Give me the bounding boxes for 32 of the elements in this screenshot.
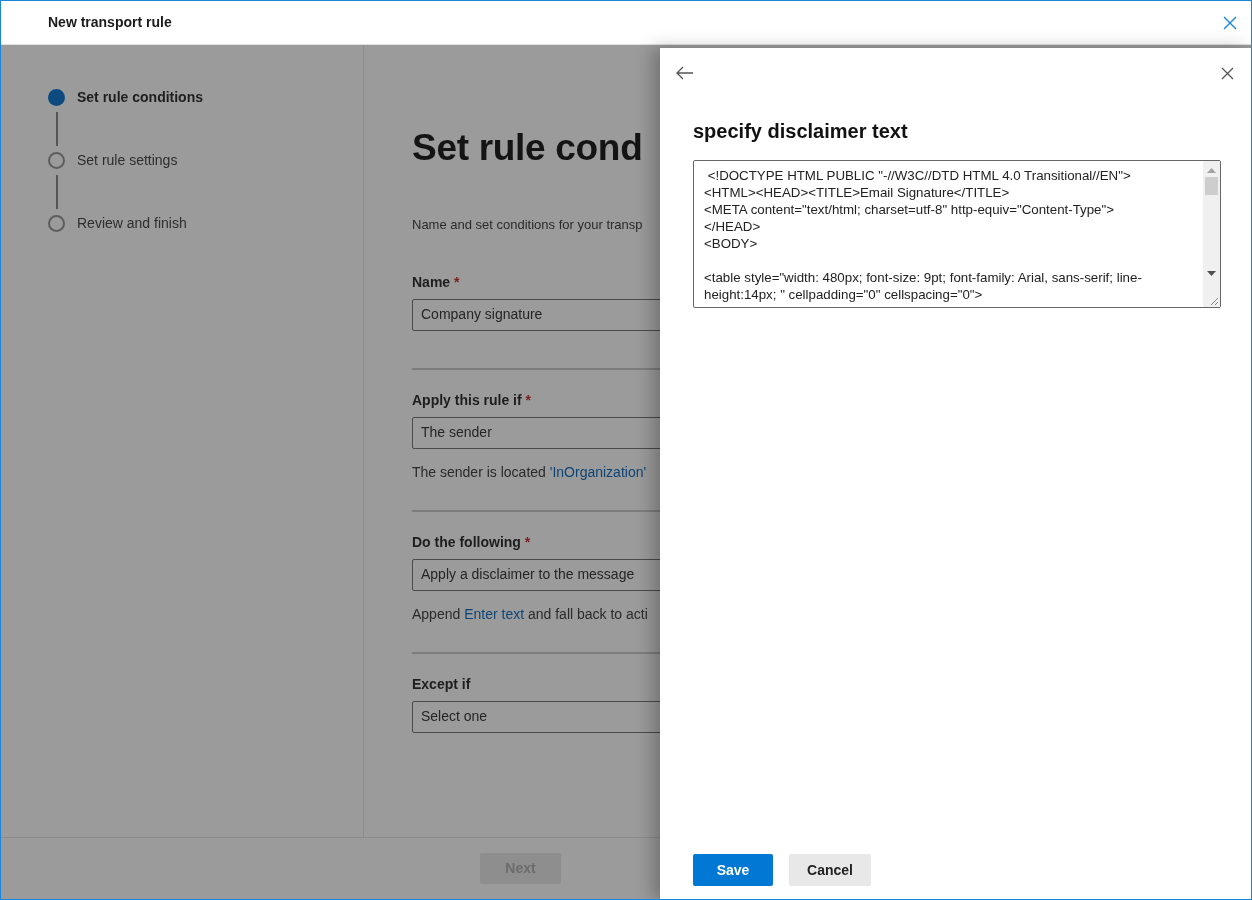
window-title: New transport rule <box>48 13 172 32</box>
step-label[interactable]: Set rule conditions <box>77 87 203 108</box>
scroll-down-icon[interactable] <box>1207 271 1216 277</box>
dropdown-field[interactable]: Select one <box>412 700 661 733</box>
close-icon[interactable] <box>1223 15 1237 30</box>
save-button[interactable]: Save <box>693 854 773 886</box>
panel-title: specify disclaimer text <box>693 119 909 144</box>
field-label: Name * <box>412 272 461 292</box>
field-label: Do the following * <box>412 532 532 552</box>
scroll-thumb[interactable] <box>1205 177 1218 195</box>
link[interactable]: Enter text <box>464 603 525 625</box>
page-heading: Set rule cond <box>412 126 644 170</box>
resize-grip-icon[interactable] <box>1209 296 1219 306</box>
detail-text: and fall back to acti <box>526 604 648 624</box>
close-icon[interactable] <box>1221 66 1234 80</box>
description-text: Name and set conditions for your transp <box>412 216 644 234</box>
step-label[interactable]: Review and finish <box>77 213 187 234</box>
scroll-up-icon[interactable] <box>1207 167 1216 173</box>
dropdown-field[interactable]: The sender <box>412 416 661 449</box>
code-text: <!DOCTYPE HTML PUBLIC "-//W3C//DTD HTML 4.0 Transitional//EN"> <HTML><HEAD><TITLE>Email Signature</TITLE> <META content="text/html; charset=utf-8" http-equiv="Content-Type"> </HEAD> <BODY> <table style="width: 480px; font-size: 9pt; font-family: Arial, sans-serif; line- height:14px; " cellpadding="0" cellspacing="0"> <box>703 167 1143 304</box>
scrollbar[interactable] <box>1203 161 1220 307</box>
back-arrow-icon[interactable] <box>676 66 694 80</box>
field-label: Except if <box>412 674 472 694</box>
detail-text: The sender is located <box>412 462 547 482</box>
dropdown-field[interactable]: Apply a disclaimer to the message <box>412 558 661 591</box>
cancel-button[interactable]: Cancel <box>789 854 871 886</box>
disclaimer-text-field[interactable] <box>693 160 1221 308</box>
dropdown-field[interactable]: Company signature <box>412 298 661 331</box>
step-label[interactable]: Set rule settings <box>77 150 178 171</box>
field-label: Apply this rule if * <box>412 390 533 410</box>
detail-text: Append <box>412 604 462 624</box>
link[interactable]: 'InOrganization' <box>549 461 647 483</box>
